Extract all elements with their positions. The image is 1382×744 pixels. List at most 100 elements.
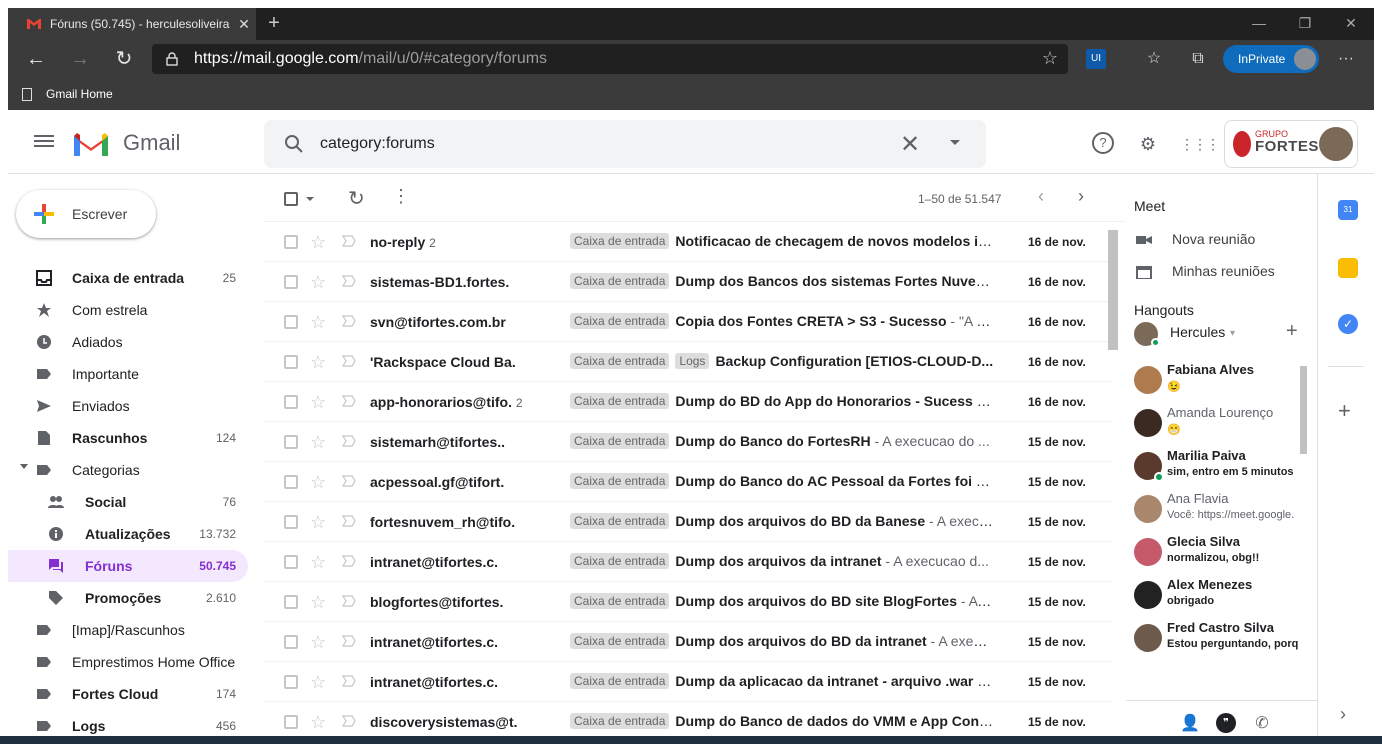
row-checkbox[interactable] [284,555,298,569]
row-checkbox[interactable] [284,355,298,369]
more-icon[interactable]: ··· [1336,49,1356,69]
window-close-icon[interactable]: ✕ [1328,8,1374,40]
email-label-chip[interactable]: Caixa de entrada [570,633,670,649]
calendar-addon-icon[interactable]: 31 [1338,200,1358,220]
more-actions-icon[interactable]: ⋮ [392,186,410,207]
hangouts-contact[interactable]: Ana Flavia Você: https://meet.google. [1134,489,1304,531]
star-toggle-icon[interactable]: ☆ [310,712,326,733]
importance-marker-icon[interactable] [342,275,356,287]
email-row[interactable]: ☆ sistemarh@tifortes.. Caixa de entrada Du… [264,422,1112,462]
hangouts-user[interactable]: Hercules ▾ + [1134,320,1314,348]
email-label-chip[interactable]: Logs [675,353,710,369]
tasks-addon-icon[interactable]: ✓ [1338,314,1358,334]
list-scrollbar[interactable] [1108,230,1118,350]
my-meetings-link[interactable]: Minhas reuniões [1136,263,1316,283]
star-toggle-icon[interactable]: ☆ [310,312,326,333]
row-checkbox[interactable] [284,435,298,449]
nav-important[interactable]: Importante [8,358,248,390]
email-label-chip[interactable]: Caixa de entrada [570,713,670,729]
importance-marker-icon[interactable] [342,675,356,687]
star-toggle-icon[interactable]: ☆ [310,632,326,653]
gmail-logo-icon[interactable] [72,130,110,158]
nav-category-updates[interactable]: Atualizações 13.732 [8,518,248,550]
row-checkbox[interactable] [284,715,298,729]
importance-marker-icon[interactable] [342,515,356,527]
apps-grid-icon[interactable]: ⋮⋮⋮ [1180,132,1220,156]
email-label-chip[interactable]: Caixa de entrada [570,353,670,369]
email-row[interactable]: ☆ svn@tifortes.com.br Caixa de entrada Cop… [264,302,1112,342]
phone-icon[interactable]: ✆ [1252,713,1272,733]
star-toggle-icon[interactable]: ☆ [310,392,326,413]
row-checkbox[interactable] [284,315,298,329]
extension-icon[interactable]: UI [1086,49,1106,69]
search-options-icon[interactable] [950,140,960,145]
nav-starred[interactable]: Com estrela [8,294,248,326]
email-row[interactable]: ☆ fortesnuvem_rh@tifo. Caixa de entrada Du… [264,502,1112,542]
nav-drafts[interactable]: Rascunhos 124 [8,422,248,454]
row-checkbox[interactable] [284,675,298,689]
email-row[interactable]: ☆ intranet@tifortes.c. Caixa de entrada Du… [264,662,1112,702]
expand-chevron-down-icon[interactable] [20,464,28,469]
star-toggle-icon[interactable]: ☆ [310,592,326,613]
importance-marker-icon[interactable] [342,635,356,647]
settings-gear-icon[interactable]: ⚙ [1136,132,1160,156]
email-label-chip[interactable]: Caixa de entrada [570,513,670,529]
search-icon[interactable] [282,132,306,156]
row-checkbox[interactable] [284,635,298,649]
newer-chevron-left-icon[interactable]: ‹ [1038,186,1044,207]
minimize-icon[interactable]: — [1236,8,1282,40]
importance-marker-icon[interactable] [342,475,356,487]
star-toggle-icon[interactable]: ☆ [310,472,326,493]
email-row[interactable]: ☆ blogfortes@tifortes. Caixa de entrada Du… [264,582,1112,622]
contacts-person-icon[interactable]: 👤 [1180,713,1200,733]
inprivate-button[interactable]: InPrivate [1223,45,1319,73]
browser-tab[interactable]: Fóruns (50.745) - herculesoliveira ✕ [8,8,256,40]
email-row[interactable]: ☆ intranet@tifortes.c. Caixa de entrada Du… [264,542,1112,582]
status-chevron-down-icon[interactable]: ▾ [1230,328,1235,339]
nav-label-imap-drafts[interactable]: [Imap]/Rascunhos [8,614,248,646]
importance-marker-icon[interactable] [342,315,356,327]
star-toggle-icon[interactable]: ☆ [310,272,326,293]
nav-sent[interactable]: Enviados [8,390,248,422]
hangouts-contact[interactable]: Fred Castro Silva Estou perguntando, porq [1134,618,1304,660]
favorite-star-icon[interactable]: ☆ [1042,48,1058,69]
star-toggle-icon[interactable]: ☆ [310,352,326,373]
nav-label-emprestimos[interactable]: Emprestimos Home Office [8,646,248,678]
importance-marker-icon[interactable] [342,235,356,247]
search-input[interactable] [320,132,880,156]
select-menu-chevron-down-icon[interactable] [306,197,314,201]
nav-label-fortes-cloud[interactable]: Fortes Cloud 174 [8,678,248,710]
star-toggle-icon[interactable]: ☆ [310,432,326,453]
clear-search-icon[interactable]: ✕ [900,130,920,159]
nav-category-forums[interactable]: Fóruns 50.745 [8,550,248,582]
email-label-chip[interactable]: Caixa de entrada [570,393,670,409]
row-checkbox[interactable] [284,235,298,249]
nav-category-promotions[interactable]: Promoções 2.610 [8,582,248,614]
email-label-chip[interactable]: Caixa de entrada [570,593,670,609]
email-row[interactable]: ☆ acpessoal.gf@tifort. Caixa de entrada Du… [264,462,1112,502]
importance-marker-icon[interactable] [342,595,356,607]
hangouts-contact[interactable]: Glecia Silva normalizou, obg!! [1134,532,1304,574]
nav-categories[interactable]: Categorias [8,454,248,486]
nav-snoozed[interactable]: Adiados [8,326,248,358]
email-row[interactable]: ☆ 'Rackspace Cloud Ba. Caixa de entrada Lo… [264,342,1112,382]
refresh-icon[interactable]: ↻ [108,40,140,78]
importance-marker-icon[interactable] [342,555,356,567]
email-label-chip[interactable]: Caixa de entrada [570,273,670,289]
email-row[interactable]: ☆ sistemas-BD1.fortes. Caixa de entrada Du… [264,262,1112,302]
email-row[interactable]: ☆ intranet@tifortes.c. Caixa de entrada Du… [264,622,1112,662]
new-meeting-link[interactable]: Nova reunião [1136,231,1316,251]
email-label-chip[interactable]: Caixa de entrada [570,233,670,249]
conversations-icon[interactable]: ❞ [1216,713,1236,733]
collections-icon[interactable]: ⧉ [1188,49,1208,69]
star-toggle-icon[interactable]: ☆ [310,512,326,533]
help-icon[interactable]: ? [1092,132,1114,154]
star-toggle-icon[interactable]: ☆ [310,672,326,693]
older-chevron-right-icon[interactable]: › [1078,186,1084,207]
back-icon[interactable]: ← [20,40,52,78]
refresh-list-icon[interactable]: ↻ [348,186,365,211]
hangouts-contact[interactable]: Amanda Lourenço 😁 [1134,403,1304,445]
row-checkbox[interactable] [284,595,298,609]
keep-addon-icon[interactable] [1338,258,1358,278]
forward-icon[interactable]: → [64,40,96,78]
